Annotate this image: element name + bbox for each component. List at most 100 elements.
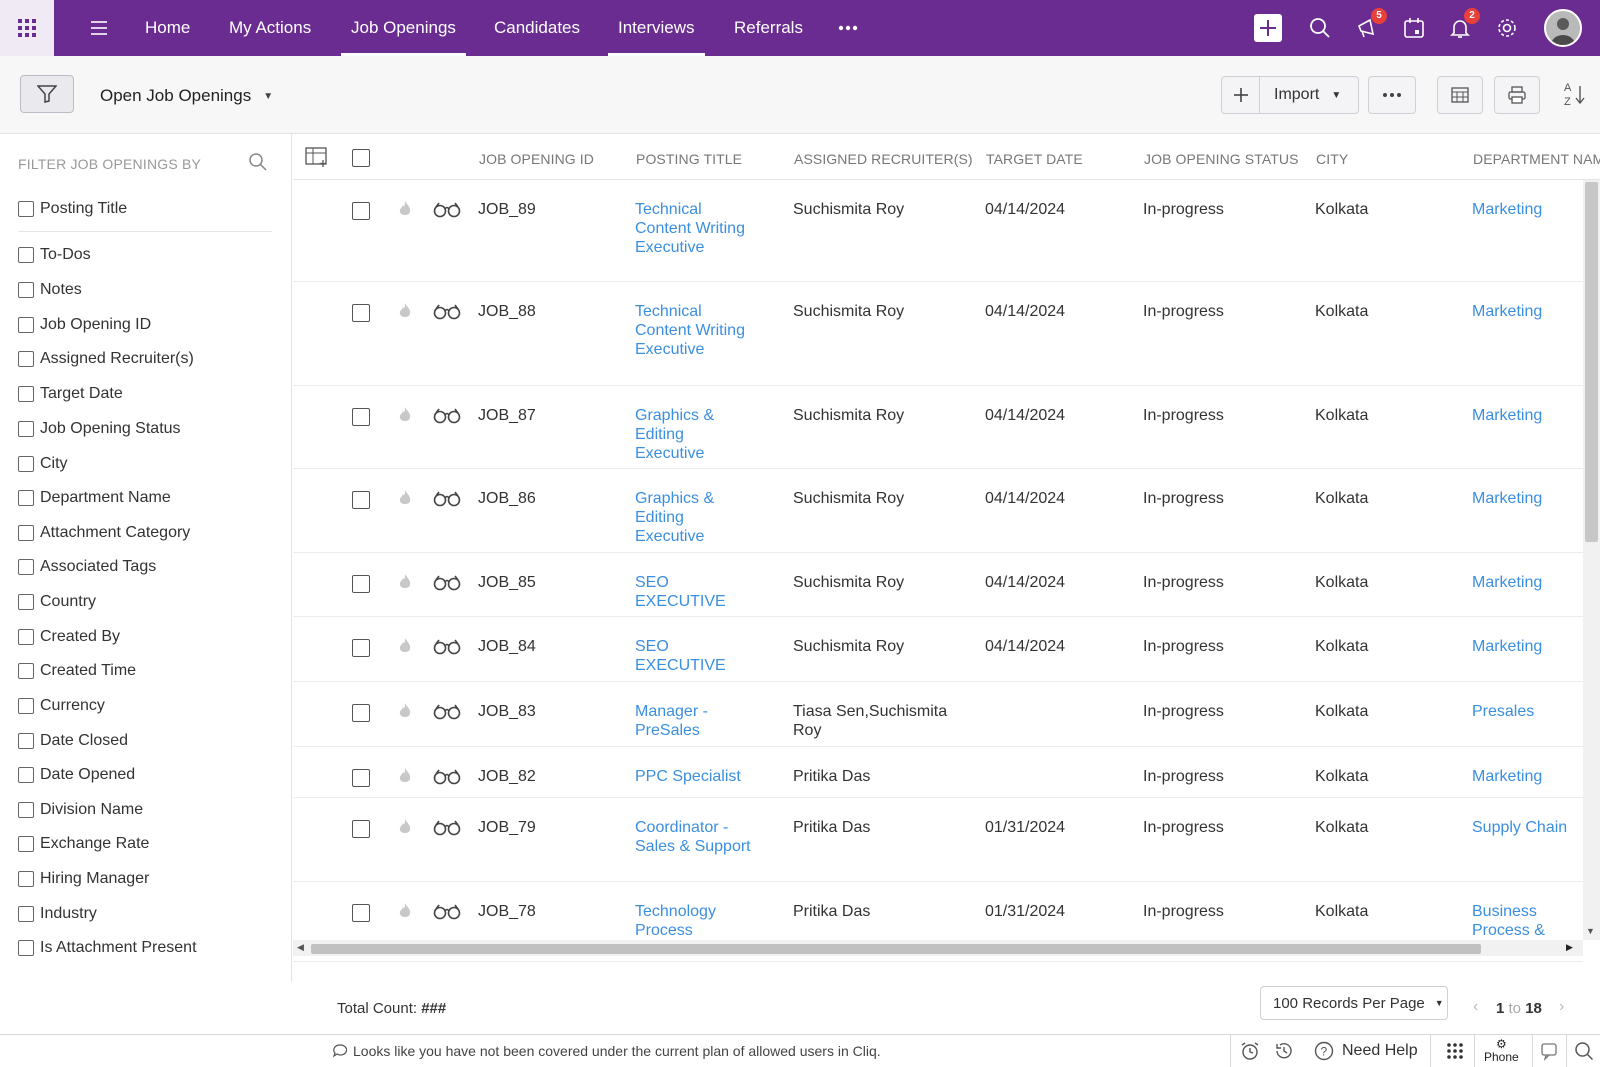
need-help-button[interactable]: ? Need Help — [1314, 1035, 1418, 1067]
announcements-megaphone-icon[interactable]: 5 — [1353, 8, 1387, 42]
filter-checkbox[interactable] — [18, 836, 34, 852]
filter-option[interactable]: Notes — [18, 281, 82, 299]
filter-checkbox[interactable] — [18, 767, 34, 783]
hot-job-flame-icon[interactable] — [398, 767, 412, 790]
posting-title-link[interactable]: Graphics & Editing Executive — [635, 489, 755, 546]
posting-title-link[interactable]: Technology Process — [635, 902, 755, 940]
filter-checkbox[interactable] — [18, 525, 34, 541]
filter-option[interactable]: Is Attachment Present — [18, 939, 197, 957]
hot-job-flame-icon[interactable] — [398, 573, 412, 596]
row-checkbox[interactable] — [352, 304, 370, 322]
filter-option[interactable]: Assigned Recruiter(s) — [18, 350, 194, 368]
table-row[interactable]: JOB_84 SEO EXECUTIVE Suchismita Roy 04/14/2… — [293, 617, 1583, 682]
scroll-down-arrow-icon[interactable]: ▼ — [1586, 926, 1595, 936]
hot-job-flame-icon[interactable] — [398, 818, 412, 841]
department-name-link[interactable]: Marketing — [1472, 200, 1582, 219]
print-button[interactable] — [1494, 76, 1540, 114]
hamburger-menu-icon[interactable] — [85, 14, 113, 42]
create-new-plus-icon[interactable] — [1254, 14, 1282, 42]
filter-option[interactable]: Hiring Manager — [18, 870, 149, 888]
column-header-job-opening-status[interactable]: JOB OPENING STATUS — [1144, 151, 1299, 167]
more-horizontal-icon[interactable] — [834, 14, 862, 42]
department-name-link[interactable]: Marketing — [1472, 637, 1582, 656]
filter-option[interactable]: Attachment Category — [18, 524, 190, 542]
filter-option[interactable]: Job Opening ID — [18, 316, 151, 334]
hot-job-flame-icon[interactable] — [398, 489, 412, 512]
quick-view-binoculars-icon[interactable] — [433, 491, 461, 512]
filter-checkbox[interactable] — [18, 594, 34, 610]
quick-view-binoculars-icon[interactable] — [433, 769, 461, 790]
filter-checkbox[interactable] — [18, 733, 34, 749]
table-row[interactable]: JOB_82 PPC Specialist Pritika Das In-progre… — [293, 747, 1583, 798]
chat-icon[interactable] — [1540, 1035, 1560, 1067]
posting-title-link[interactable]: PPC Specialist — [635, 767, 755, 786]
filter-toggle-button[interactable] — [20, 75, 74, 113]
nav-job-openings[interactable]: Job Openings — [341, 0, 466, 56]
search-icon[interactable] — [1574, 1035, 1594, 1067]
quick-view-binoculars-icon[interactable] — [433, 639, 461, 660]
department-name-link[interactable]: Marketing — [1472, 573, 1582, 592]
department-name-link[interactable]: Supply Chain — [1472, 818, 1582, 837]
user-avatar[interactable] — [1544, 9, 1582, 47]
quick-view-binoculars-icon[interactable] — [433, 304, 461, 325]
nav-interviews[interactable]: Interviews — [608, 0, 705, 56]
column-header-target-date[interactable]: TARGET DATE — [986, 151, 1083, 167]
hot-job-flame-icon[interactable] — [398, 200, 412, 223]
table-row[interactable]: JOB_88 Technical Content Writing Executiv… — [293, 282, 1583, 386]
filter-checkbox[interactable] — [18, 247, 34, 263]
table-row[interactable]: JOB_79 Coordinator - Sales & Support Priti… — [293, 798, 1583, 882]
vertical-scrollbar-thumb[interactable] — [1585, 182, 1598, 542]
search-icon[interactable] — [248, 152, 268, 177]
alarm-clock-icon[interactable] — [1240, 1035, 1260, 1067]
filter-option[interactable]: Date Closed — [18, 732, 128, 750]
posting-title-link[interactable]: SEO EXECUTIVE — [635, 637, 755, 675]
filter-option[interactable]: Currency — [18, 697, 105, 715]
column-header-city[interactable]: CITY — [1316, 151, 1348, 167]
calendar-icon[interactable] — [1400, 14, 1428, 42]
phone-button[interactable]: ⚙ Phone — [1484, 1035, 1519, 1067]
filter-checkbox[interactable] — [18, 421, 34, 437]
filter-checkbox[interactable] — [18, 490, 34, 506]
previous-page-chevron-icon[interactable]: ‹ — [1473, 998, 1478, 1016]
quick-view-binoculars-icon[interactable] — [433, 202, 461, 223]
row-checkbox[interactable] — [352, 408, 370, 426]
row-checkbox[interactable] — [352, 704, 370, 722]
table-row[interactable]: JOB_89 Technical Content Writing Executiv… — [293, 180, 1583, 282]
search-icon[interactable] — [1306, 14, 1334, 42]
row-checkbox[interactable] — [352, 904, 370, 922]
row-checkbox[interactable] — [352, 202, 370, 220]
scroll-right-arrow-icon[interactable]: ▶ — [1566, 942, 1573, 953]
next-page-chevron-icon[interactable]: › — [1559, 998, 1564, 1016]
filter-checkbox[interactable] — [18, 456, 34, 472]
posting-title-link[interactable]: Graphics & Editing Executive — [635, 406, 755, 463]
nav-my-actions[interactable]: My Actions — [229, 0, 311, 56]
filter-checkbox[interactable] — [18, 282, 34, 298]
department-name-link[interactable]: Presales — [1472, 702, 1582, 721]
table-view-button[interactable] — [1437, 76, 1483, 114]
quick-view-binoculars-icon[interactable] — [433, 904, 461, 925]
nav-home[interactable]: Home — [145, 0, 190, 56]
hot-job-flame-icon[interactable] — [398, 406, 412, 429]
hot-job-flame-icon[interactable] — [398, 902, 412, 925]
filter-checkbox[interactable] — [18, 802, 34, 818]
hot-job-flame-icon[interactable] — [398, 302, 412, 325]
row-checkbox[interactable] — [352, 769, 370, 787]
column-header-department-name[interactable]: DEPARTMENT NAM — [1473, 151, 1600, 167]
row-checkbox[interactable] — [352, 491, 370, 509]
filter-checkbox[interactable] — [18, 663, 34, 679]
filter-option[interactable]: Posting Title — [18, 200, 127, 218]
department-name-link[interactable]: Business Process & — [1472, 902, 1582, 940]
history-icon[interactable] — [1274, 1035, 1294, 1067]
hot-job-flame-icon[interactable] — [398, 702, 412, 725]
filter-checkbox[interactable] — [18, 871, 34, 887]
quick-view-binoculars-icon[interactable] — [433, 820, 461, 841]
filter-option[interactable]: Industry — [18, 905, 97, 923]
filter-checkbox[interactable] — [18, 559, 34, 575]
scroll-left-arrow-icon[interactable]: ◀ — [297, 942, 304, 953]
import-button[interactable]: Import ▼ — [1260, 86, 1341, 104]
filter-checkbox[interactable] — [18, 386, 34, 402]
table-row[interactable]: JOB_85 SEO EXECUTIVE Suchismita Roy 04/14/2… — [293, 553, 1583, 617]
column-header-assigned-recruiters[interactable]: ASSIGNED RECRUITER(S) — [794, 151, 973, 167]
quick-view-binoculars-icon[interactable] — [433, 408, 461, 429]
row-checkbox[interactable] — [352, 639, 370, 657]
